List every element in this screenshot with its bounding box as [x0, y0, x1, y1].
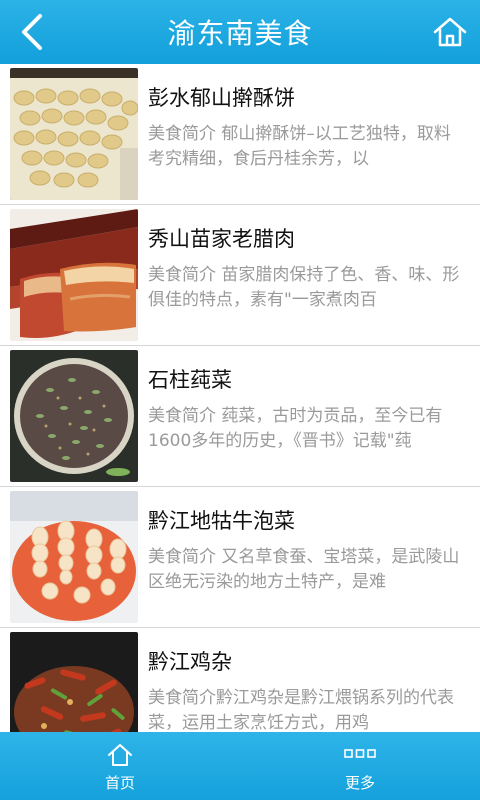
item-description: 美食简介黔江鸡杂是黔江煨锅系列的代表菜，运用土家烹饪方式，用鸡: [148, 688, 454, 732]
food-image: [10, 632, 138, 732]
list-item[interactable]: 石柱莼菜 美食简介 莼菜，古时为贡品，至今已有1600多年的历史，《晋书》记载"…: [0, 346, 480, 487]
nav-home-button[interactable]: 首页: [0, 732, 240, 800]
list-item[interactable]: 彭水郁山擀酥饼 美食简介 郁山擀酥饼–以工艺独特，取料考究精细，食后丹桂余芳，以: [0, 64, 480, 205]
grid-dots-icon: [344, 740, 376, 770]
food-list[interactable]: 彭水郁山擀酥饼 美食简介 郁山擀酥饼–以工艺独特，取料考究精细，食后丹桂余芳，以: [0, 64, 480, 732]
app-window: 渝东南美食 彭水郁山擀酥饼 美食简介 郁山擀酥饼–以工艺独特，取料考究精细，食后…: [0, 0, 480, 800]
item-title: 石柱莼菜: [148, 368, 232, 392]
bottom-nav: 首页 更多: [0, 732, 480, 800]
list-item[interactable]: 黔江地牯牛泡菜 美食简介 又名草食蚕、宝塔菜，是武陵山区绝无污染的地方土特产，是…: [0, 487, 480, 628]
page-title: 渝东南美食: [167, 17, 313, 50]
home-icon: [433, 17, 467, 47]
item-title: 黔江地牯牛泡菜: [148, 509, 295, 533]
item-description: 美食简介 莼菜，古时为贡品，至今已有1600多年的历史，《晋书》记载"莼: [148, 406, 443, 451]
item-title: 秀山苗家老腊肉: [148, 227, 295, 251]
back-button[interactable]: [12, 10, 52, 54]
chevron-left-icon: [22, 14, 42, 50]
nav-home-label: 首页: [104, 773, 135, 792]
home-button[interactable]: [430, 12, 470, 52]
list-item[interactable]: 黔江鸡杂 美食简介黔江鸡杂是黔江煨锅系列的代表菜，运用土家烹饪方式，用鸡: [0, 628, 480, 732]
food-image: [10, 209, 138, 341]
nav-more-label: 更多: [344, 773, 375, 792]
item-title: 彭水郁山擀酥饼: [148, 86, 295, 110]
item-description: 美食简介 又名草食蚕、宝塔菜，是武陵山区绝无污染的地方土特产，是难: [148, 547, 460, 592]
item-description: 美食简介 郁山擀酥饼–以工艺独特，取料考究精细，食后丹桂余芳，以: [148, 124, 451, 169]
food-image: [10, 350, 138, 482]
food-image: [10, 491, 138, 623]
header-bar: 渝东南美食: [0, 0, 480, 64]
home-icon: [107, 740, 133, 770]
food-image: [10, 68, 138, 200]
item-title: 黔江鸡杂: [148, 650, 232, 674]
item-description: 美食简介 苗家腊肉保持了色、香、味、形俱佳的特点，素有"一家煮肉百: [148, 265, 460, 310]
list-item[interactable]: 秀山苗家老腊肉 美食简介 苗家腊肉保持了色、香、味、形俱佳的特点，素有"一家煮肉…: [0, 205, 480, 346]
nav-more-button[interactable]: 更多: [240, 732, 480, 800]
